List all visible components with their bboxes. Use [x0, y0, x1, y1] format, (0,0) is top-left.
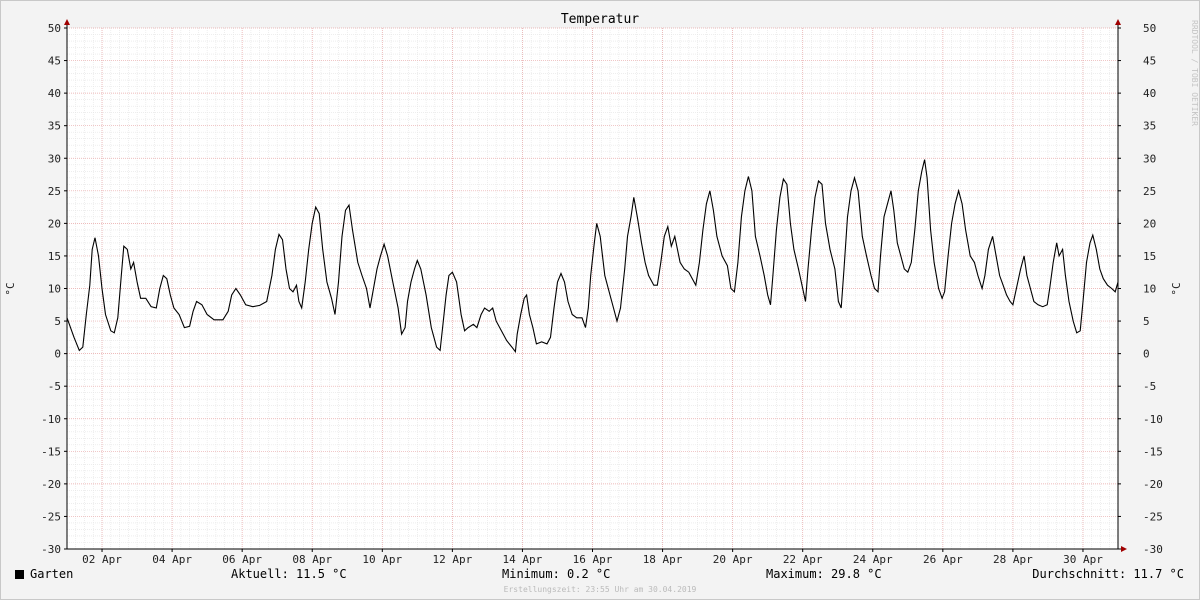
y-tick-label-left: 0	[54, 348, 61, 361]
y-tick-label-left: 20	[48, 217, 61, 230]
y-tick-label-left: 45	[48, 55, 61, 68]
legend-minimum: Minimum: 0.2 °C	[502, 567, 611, 581]
y-tick-label-right: -30	[1143, 543, 1163, 556]
y-tick-label-right: 45	[1143, 55, 1156, 68]
x-tick-label: 20 Apr	[713, 553, 753, 566]
y-tick-label-right: 25	[1143, 185, 1156, 198]
y-tick-label-left: 5	[54, 315, 61, 328]
y-tick-label-right: 20	[1143, 217, 1156, 230]
y-tick-label-left: -25	[41, 510, 61, 523]
legend-series-name: Garten	[30, 567, 74, 581]
x-tick-label: 16 Apr	[573, 553, 613, 566]
legend-average: Durchschnitt: 11.7 °C	[1032, 567, 1184, 581]
grid	[67, 27, 1118, 549]
y-tick-label-right: 30	[1143, 152, 1156, 165]
x-tick-label: 22 Apr	[783, 553, 823, 566]
y-axis-label-left: °C	[4, 282, 17, 295]
x-tick-label: 06 Apr	[222, 553, 262, 566]
y-axis-right-ticks: 50454035302520151050-5-10-15-20-25-30	[1118, 22, 1163, 556]
legend-swatch	[15, 570, 24, 579]
x-axis-arrow-icon	[1121, 546, 1127, 552]
x-tick-label: 12 Apr	[432, 553, 472, 566]
y-tick-label-left: 35	[48, 120, 61, 133]
x-tick-label: 04 Apr	[152, 553, 192, 566]
y-tick-label-left: 50	[48, 22, 61, 35]
y-tick-label-left: 40	[48, 87, 61, 100]
footer-timestamp: Erstellungszeit: 23:55 Uhr am 30.04.2019	[503, 585, 697, 594]
x-tick-label: 08 Apr	[292, 553, 332, 566]
chart-title: Temperatur	[561, 12, 639, 27]
y-tick-label-left: -30	[41, 543, 61, 556]
watermark: RRDTOOL / TOBI OETIKER	[1190, 20, 1199, 126]
legend-maximum: Maximum: 29.8 °C	[766, 567, 882, 581]
x-tick-label: 02 Apr	[82, 553, 122, 566]
y-tick-label-left: 30	[48, 152, 61, 165]
y-tick-label-right: -15	[1143, 445, 1163, 458]
y-tick-label-left: -20	[41, 478, 61, 491]
y-tick-label-right: 5	[1143, 315, 1150, 328]
y-tick-label-right: -5	[1143, 380, 1156, 393]
y-tick-label-right: -20	[1143, 478, 1163, 491]
x-tick-label: 24 Apr	[853, 553, 893, 566]
x-tick-label: 18 Apr	[643, 553, 683, 566]
x-tick-label: 28 Apr	[993, 553, 1033, 566]
y-tick-label-left: 10	[48, 283, 61, 296]
temperature-chart: 50454035302520151050-5-10-15-20-25-30 50…	[4, 12, 1183, 566]
y-tick-label-right: 40	[1143, 87, 1156, 100]
y-tick-label-right: 10	[1143, 283, 1156, 296]
y-axis-label-right: °C	[1170, 282, 1183, 295]
x-tick-label: 14 Apr	[503, 553, 543, 566]
y-tick-label-left: -10	[41, 413, 61, 426]
y-tick-label-left: 25	[48, 185, 61, 198]
y-tick-label-right: 35	[1143, 120, 1156, 133]
y-tick-label-right: -25	[1143, 510, 1163, 523]
y-axis-right-arrow-icon	[1115, 19, 1121, 25]
y-axis-left-arrow-icon	[64, 19, 70, 25]
y-tick-label-left: -15	[41, 445, 61, 458]
y-tick-label-right: 15	[1143, 250, 1156, 263]
x-axis-ticks: 02 Apr 04 Apr 06 Apr 08 Apr 10 Apr 12 Apr 14 A…	[82, 549, 1103, 566]
y-tick-label-right: 0	[1143, 348, 1150, 361]
y-tick-label-left: 15	[48, 250, 61, 263]
legend-series: Garten	[15, 567, 73, 581]
y-axis-left-ticks: 50454035302520151050-5-10-15-20-25-30	[41, 22, 67, 556]
y-tick-label-left: -5	[48, 380, 61, 393]
y-tick-label-right: -10	[1143, 413, 1163, 426]
y-tick-label-right: 50	[1143, 22, 1156, 35]
x-tick-label: 10 Apr	[362, 553, 402, 566]
x-tick-label: 30 Apr	[1063, 553, 1103, 566]
x-tick-label: 26 Apr	[923, 553, 963, 566]
legend-current: Aktuell: 11.5 °C	[231, 567, 347, 581]
